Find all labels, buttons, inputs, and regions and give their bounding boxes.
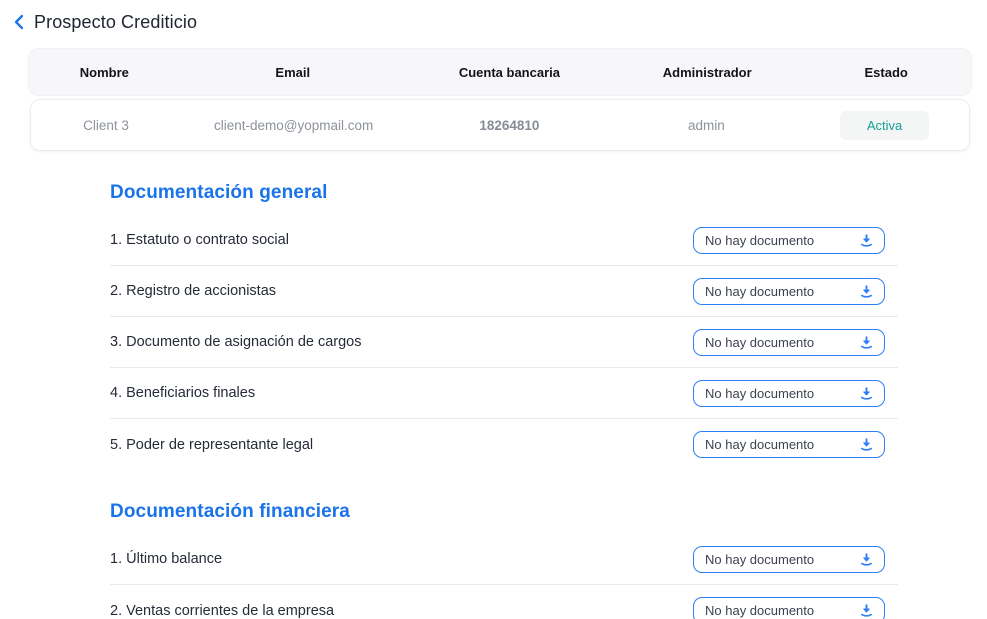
download-icon	[859, 335, 874, 350]
section-title-financiera: Documentación financiera	[110, 501, 898, 523]
status-badge: Activa	[840, 111, 929, 140]
document-row: 5. Poder de representante legal No hay d…	[110, 419, 898, 470]
download-button-label: No hay documento	[705, 335, 814, 350]
section-title-general: Documentación general	[110, 182, 898, 204]
download-button-label: No hay documento	[705, 386, 814, 401]
document-row: 4. Beneficiarios finales No hay document…	[110, 368, 898, 419]
document-item-label: 2. Registro de accionistas	[110, 283, 276, 299]
download-button-label: No hay documento	[705, 552, 814, 567]
download-button[interactable]: No hay documento	[693, 597, 885, 619]
document-row: 3. Documento de asignación de cargos No …	[110, 317, 898, 368]
table-header-row: Nombre Email Cuenta bancaria Administrad…	[28, 48, 972, 96]
download-button-label: No hay documento	[705, 437, 814, 452]
download-icon	[859, 437, 874, 452]
download-button[interactable]: No hay documento	[693, 227, 885, 254]
document-row: 1. Estatuto o contrato social No hay doc…	[110, 215, 898, 266]
download-icon	[859, 552, 874, 567]
cell-estado: Activa	[800, 111, 969, 140]
download-button[interactable]: No hay documento	[693, 329, 885, 356]
download-icon	[859, 233, 874, 248]
download-button[interactable]: No hay documento	[693, 278, 885, 305]
document-row: 2. Ventas corrientes de la empresa No ha…	[110, 585, 898, 619]
cell-nombre: Client 3	[31, 118, 181, 133]
document-item-label: 1. Estatuto o contrato social	[110, 232, 289, 248]
document-sections: Documentación general 1. Estatuto o cont…	[110, 182, 898, 619]
download-icon	[859, 284, 874, 299]
chevron-left-icon	[12, 14, 26, 30]
download-button[interactable]: No hay documento	[693, 431, 885, 458]
document-item-label: 1. Último balance	[110, 551, 222, 567]
page-title: Prospecto Crediticio	[34, 12, 197, 33]
download-button-label: No hay documento	[705, 603, 814, 618]
document-item-label: 2. Ventas corrientes de la empresa	[110, 603, 334, 619]
download-button-label: No hay documento	[705, 284, 814, 299]
column-header-estado: Estado	[801, 65, 971, 80]
table-row: Client 3 client-demo@yopmail.com 1826481…	[30, 99, 970, 151]
document-row: 1. Último balance No hay documento	[110, 534, 898, 585]
document-row: 2. Registro de accionistas No hay docume…	[110, 266, 898, 317]
column-header-administrador: Administrador	[613, 65, 801, 80]
client-table: Nombre Email Cuenta bancaria Administrad…	[28, 48, 972, 151]
download-icon	[859, 603, 874, 618]
document-item-label: 5. Poder de representante legal	[110, 437, 313, 453]
download-button-label: No hay documento	[705, 233, 814, 248]
cell-cuenta: 18264810	[406, 118, 612, 133]
download-icon	[859, 386, 874, 401]
back-button[interactable]	[10, 11, 28, 33]
page-header: Prospecto Crediticio	[0, 0, 987, 33]
document-item-label: 4. Beneficiarios finales	[110, 385, 255, 401]
download-button[interactable]: No hay documento	[693, 546, 885, 573]
cell-administrador: admin	[613, 118, 801, 133]
column-header-nombre: Nombre	[29, 65, 180, 80]
download-button[interactable]: No hay documento	[693, 380, 885, 407]
column-header-email: Email	[180, 65, 406, 80]
cell-email: client-demo@yopmail.com	[181, 118, 406, 133]
document-item-label: 3. Documento de asignación de cargos	[110, 334, 362, 350]
column-header-cuenta: Cuenta bancaria	[406, 65, 613, 80]
